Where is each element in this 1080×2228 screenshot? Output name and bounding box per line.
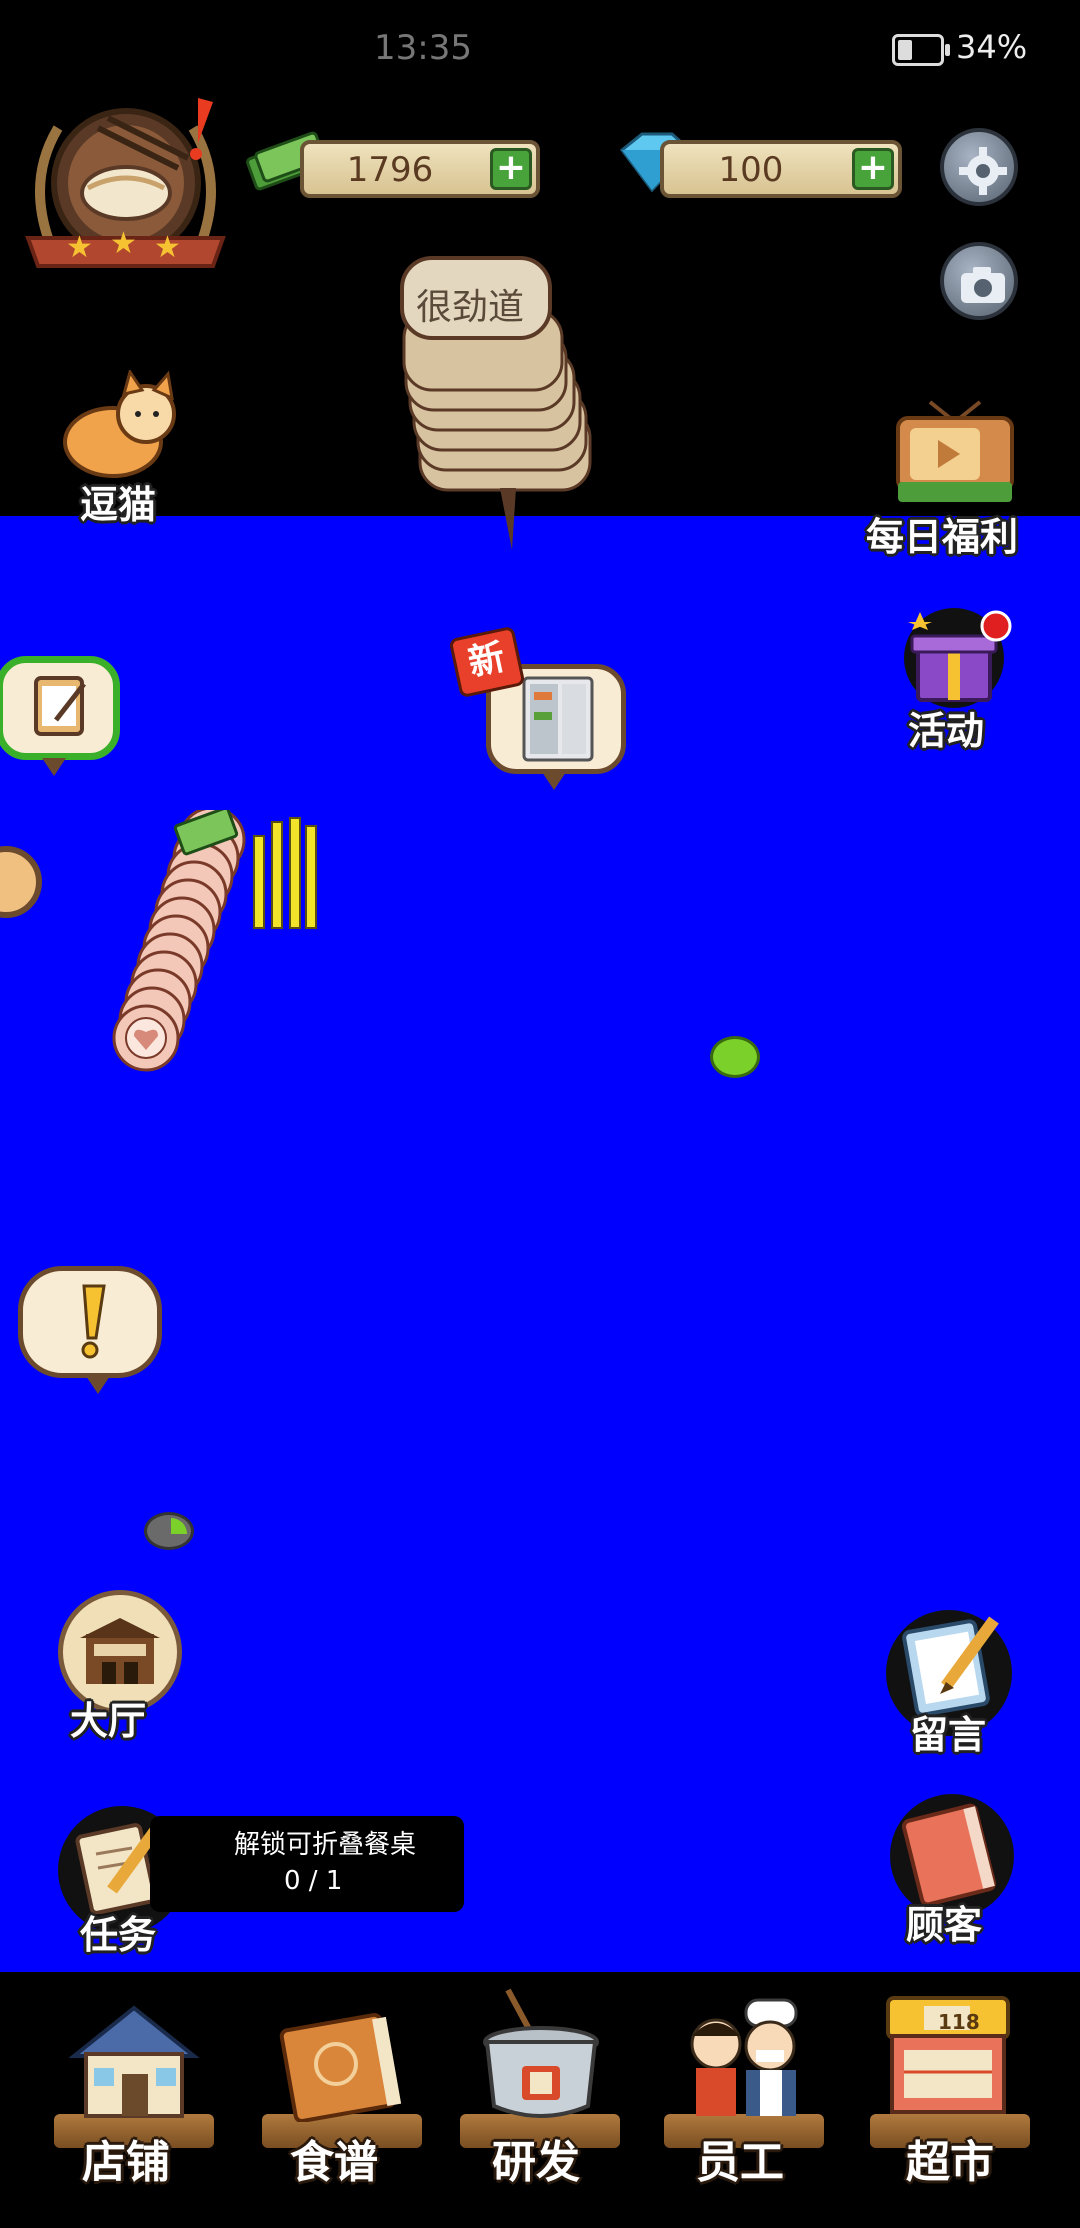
alert-bubble[interactable]	[18, 1266, 168, 1396]
nav-item-staff[interactable]: 员工	[660, 1990, 830, 2196]
exclamation-icon	[81, 1284, 106, 1359]
status-time: 13:35	[374, 28, 472, 68]
star-icon: ★	[110, 226, 137, 261]
task-title: 解锁可折叠餐桌	[234, 1830, 417, 1860]
hall-button[interactable]: 大厅	[58, 1590, 188, 1743]
fridge-bubble[interactable]: 新	[448, 625, 632, 790]
cat-button[interactable]: 逗猫	[58, 368, 188, 527]
nav-label: 研发	[492, 2137, 580, 2188]
task-progress: 0 / 1	[284, 1866, 343, 1896]
money-bars	[250, 816, 320, 936]
star-icon: ★	[66, 230, 93, 265]
daily-rewards-label: 每日福利	[866, 515, 1019, 559]
staff-chefs-icon	[690, 1998, 798, 2116]
nav-item-recipes[interactable]: 食谱	[258, 1996, 428, 2196]
add-cash-button[interactable]: +	[490, 148, 532, 190]
cat-label: 逗猫	[80, 483, 157, 527]
customers-button[interactable]: 顾客	[886, 1790, 1026, 1950]
chef-badge[interactable]: ★ ★ ★	[18, 88, 233, 278]
battery-percent: 34%	[956, 28, 1028, 66]
task-banner[interactable]: 解锁可折叠餐桌 0 / 1	[150, 1816, 464, 1912]
nav-item-market[interactable]: 118 超市	[866, 1992, 1036, 2196]
screenshot-button[interactable]	[940, 242, 1018, 320]
notepad-pencil-icon	[902, 1616, 999, 1716]
plate-stack[interactable]	[72, 806, 252, 1090]
nav-label: 食谱	[290, 2137, 378, 2188]
clipboard-icon	[34, 676, 86, 736]
timer-icon	[144, 1512, 194, 1550]
events-label: 活动	[908, 709, 985, 753]
timer-icon	[710, 1036, 760, 1078]
nav-label: 店铺	[82, 2137, 170, 2188]
cat-icon	[63, 368, 176, 478]
nav-item-research[interactable]: 研发	[456, 1986, 626, 2196]
fridge-icon	[522, 676, 594, 762]
order-speech-text: 很劲道	[416, 287, 525, 328]
customers-label: 顾客	[906, 1903, 983, 1947]
settings-button[interactable]	[940, 128, 1018, 206]
gem-value: 100	[718, 150, 784, 190]
order-stack[interactable]: 很劲道	[400, 250, 600, 560]
guestbook-icon	[901, 1803, 997, 1904]
add-gems-button[interactable]: +	[852, 148, 894, 190]
star-icon: ★	[154, 230, 181, 265]
camera-icon	[961, 267, 1005, 303]
shop-house-icon	[68, 2005, 200, 2118]
message-label: 留言	[910, 1713, 987, 1757]
nav-label: 员工	[696, 2137, 784, 2188]
gift-icon	[904, 608, 1012, 708]
battery-icon	[892, 34, 950, 66]
gem-counter: 100 +	[660, 140, 902, 198]
nav-label: 超市	[906, 2137, 994, 2188]
events-button[interactable]: 活动	[892, 600, 1032, 753]
tv-icon	[896, 400, 1014, 502]
message-button[interactable]: 留言	[886, 1596, 1026, 1757]
recipe-book-icon	[279, 2012, 402, 2122]
clipboard-bubble[interactable]	[0, 656, 126, 782]
shop-building-icon	[80, 1618, 160, 1684]
cooking-pot-icon	[483, 1988, 599, 2118]
hall-label: 大厅	[70, 1699, 147, 1743]
plate-stack-icon	[112, 806, 246, 1072]
task-label: 任务	[80, 1913, 157, 1957]
cash-counter: 1796 +	[300, 140, 540, 198]
cash-value: 1796	[346, 150, 434, 190]
gear-icon	[959, 147, 1007, 195]
daily-rewards-button[interactable]: 每日福利	[866, 398, 1046, 559]
cash-stack-icon	[253, 817, 317, 929]
nav-item-shop[interactable]: 店铺	[50, 1996, 220, 2196]
